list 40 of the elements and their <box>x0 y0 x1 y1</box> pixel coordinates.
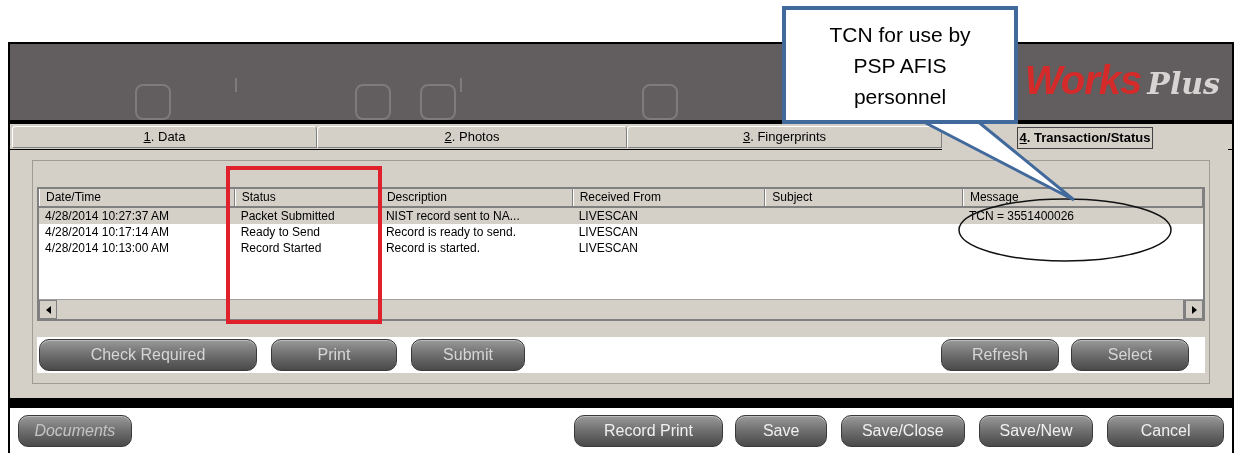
table-cell-text: 4/28/2014 10:13:00 AM <box>44 240 171 256</box>
table-cell-text: 4/28/2014 10:27:37 AM <box>44 208 171 224</box>
column-header[interactable]: Date/Time <box>39 189 235 206</box>
column-header[interactable]: Status <box>234 189 380 206</box>
table-cell-text: TCN = 3551400026 <box>967 208 1075 224</box>
rounded-square-icon <box>642 84 678 120</box>
column-header[interactable]: Received From <box>572 189 766 206</box>
logo-suffix: Plus <box>1147 69 1220 99</box>
button[interactable]: Cancel <box>1107 414 1224 447</box>
scroll-left-button[interactable] <box>39 300 57 319</box>
table-cell-text: LIVESCAN <box>577 224 639 240</box>
button[interactable]: Save/Close <box>841 414 965 447</box>
button[interactable]: Save <box>735 414 827 447</box>
column-header[interactable]: Subject <box>765 189 963 206</box>
button[interactable]: Save/New <box>978 414 1094 447</box>
button[interactable]: Refresh <box>941 339 1059 371</box>
scroll-right-button[interactable] <box>1185 300 1203 319</box>
column-header[interactable]: Description <box>379 189 573 206</box>
tab[interactable]: 1. Data <box>12 126 317 148</box>
rounded-square-icon <box>355 84 391 120</box>
tab[interactable]: 2. Photos <box>317 126 627 148</box>
button[interactable]: Check Required <box>39 339 257 371</box>
button: Documents <box>18 414 132 447</box>
table-cell-text: 4/28/2014 10:17:14 AM <box>44 224 171 240</box>
left-arrow-icon <box>45 305 51 314</box>
tab[interactable]: 3. Fingerprints <box>627 126 942 148</box>
table-cell-text: LIVESCAN <box>577 240 639 256</box>
button[interactable]: Record Print <box>573 414 724 447</box>
rounded-square-icon <box>420 84 456 120</box>
table-cell-text: Record is started. <box>384 240 481 256</box>
table-cell-text: Record Started <box>239 240 323 256</box>
table-cell-text: Ready to Send <box>239 224 322 240</box>
right-arrow-icon <box>1191 305 1197 314</box>
table-cell-text: Packet Submitted <box>239 208 336 224</box>
rounded-square-icon <box>135 84 171 120</box>
table-cell-text: Record is ready to send. <box>384 224 517 240</box>
button[interactable]: Select <box>1071 339 1189 371</box>
logo-wordmark: Works <box>1024 60 1142 100</box>
table-cell-text: LIVESCAN <box>577 208 639 224</box>
table-cell-text: NIST record sent to NA... <box>384 208 521 224</box>
